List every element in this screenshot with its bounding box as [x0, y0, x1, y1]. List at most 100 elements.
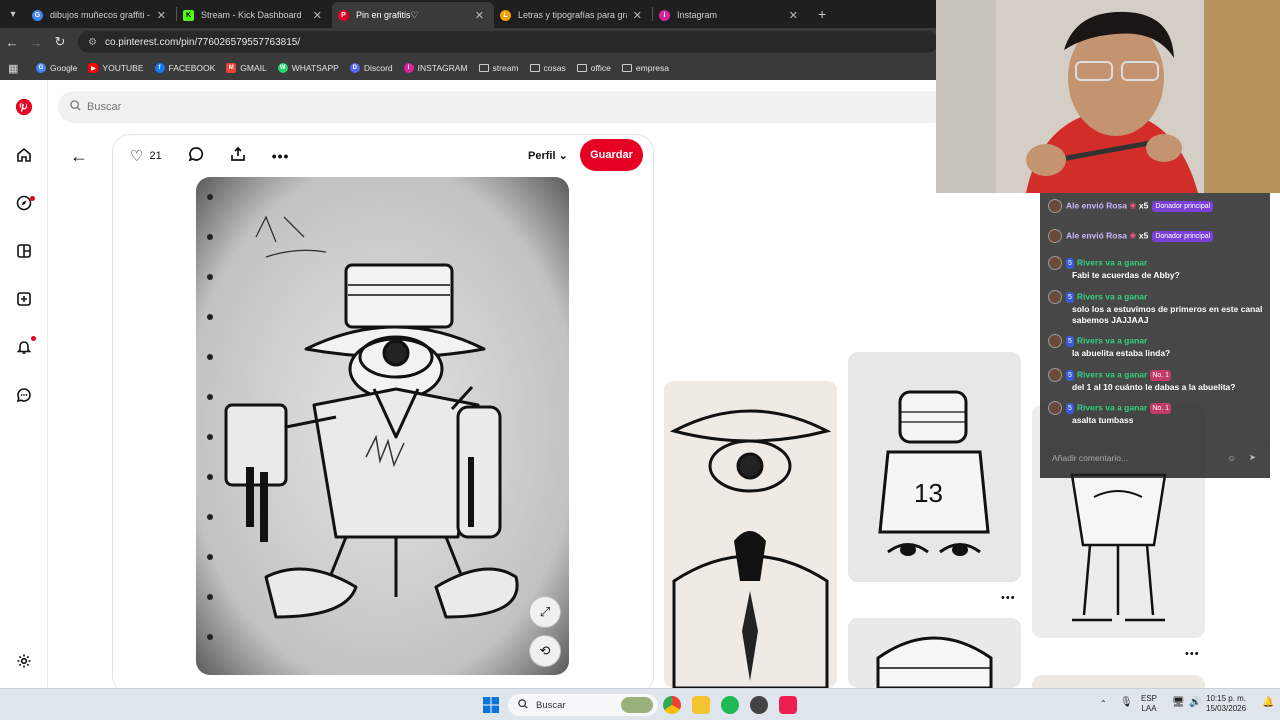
- bookmark-folder-office[interactable]: office: [576, 63, 611, 73]
- forward-icon[interactable]: →: [24, 35, 48, 50]
- donor-badge: Donador principal: [1152, 231, 1214, 243]
- share-icon[interactable]: [230, 146, 246, 165]
- pin-more-icon[interactable]: •••: [1001, 592, 1016, 604]
- folder-icon: [529, 64, 540, 72]
- obs-icon[interactable]: [750, 696, 768, 714]
- tab-title: Instagram: [677, 10, 718, 20]
- chat-gift-message: Ale envió Rosa ❀ x5 Donador principal: [1048, 229, 1214, 243]
- close-tab-icon[interactable]: ✕: [157, 9, 166, 22]
- apps-grid-icon[interactable]: ▦: [8, 62, 26, 75]
- search-highlight-icon: [621, 697, 653, 713]
- pin-image[interactable]: [196, 177, 569, 675]
- tab-letras-graffiti[interactable]: L Letras y tipografías para graffiti ✕: [494, 2, 652, 28]
- chrome-icon[interactable]: [663, 696, 681, 714]
- chat-username: Ale: [1066, 230, 1080, 241]
- expand-icon[interactable]: ⤢: [529, 596, 561, 628]
- tab-google-search[interactable]: G dibujos muñecos graffiti - Busca ✕: [26, 2, 176, 28]
- close-tab-icon[interactable]: ✕: [313, 9, 322, 22]
- tab-instagram[interactable]: I Instagram ✕: [653, 2, 808, 28]
- like-count: 21: [149, 149, 162, 162]
- site-info-icon[interactable]: ⚙: [88, 37, 97, 48]
- close-tab-icon[interactable]: ✕: [475, 9, 484, 22]
- rank-badge: No. 1: [1150, 370, 1172, 382]
- webcam-overlay: [936, 0, 1280, 193]
- stream-chat-overlay: Ale envió Rosa ❀ x5 Donador principal Ale…: [1040, 193, 1270, 478]
- chat-text: del 1 al 10 cuánto le dabas a la abuelit…: [1072, 382, 1236, 392]
- messages-icon[interactable]: [14, 385, 34, 405]
- create-icon[interactable]: [14, 289, 34, 309]
- boards-icon[interactable]: [14, 241, 34, 261]
- language-indicator[interactable]: ESP LAA: [1141, 694, 1157, 714]
- back-arrow-icon[interactable]: ←: [70, 146, 88, 167]
- site-icon: L: [500, 9, 511, 21]
- spotify-icon[interactable]: [721, 696, 739, 714]
- bookmark-label: FACEBOOK: [168, 63, 216, 73]
- related-pin-image[interactable]: [664, 381, 837, 688]
- emoji-icon[interactable]: ☺: [1227, 453, 1236, 463]
- heart-icon[interactable]: ♡: [130, 147, 143, 165]
- clock[interactable]: 10:15 p. m. 15/03/2026: [1206, 694, 1246, 714]
- avatar: [1048, 256, 1062, 270]
- bookmark-discord[interactable]: D Discord: [349, 63, 393, 73]
- tab-pinterest-pin[interactable]: P Pin en grafitis♡ ✕: [332, 2, 494, 28]
- discord-icon: D: [349, 63, 360, 73]
- bookmark-facebook[interactable]: f FACEBOOK: [154, 63, 216, 73]
- bookmark-instagram[interactable]: I INSTAGRAM: [403, 63, 468, 73]
- related-pin-image[interactable]: 13: [848, 352, 1021, 582]
- visual-search-icon[interactable]: ⟲: [529, 635, 561, 667]
- bookmark-folder-empresa[interactable]: empresa: [621, 63, 669, 73]
- chat-username: Rivers va a ganar: [1076, 402, 1148, 413]
- level-badge: 5: [1066, 336, 1074, 348]
- bookmark-folder-stream[interactable]: stream: [478, 63, 519, 73]
- notifications-icon[interactable]: 🔔: [1262, 698, 1274, 708]
- tab-search-icon[interactable]: ▾: [0, 0, 26, 28]
- bookmark-folder-cosas[interactable]: cosas: [529, 63, 566, 73]
- url-bar[interactable]: ⚙ co.pinterest.com/pin/77602657955776381…: [78, 31, 938, 53]
- taskbar-search[interactable]: Buscar: [508, 694, 658, 716]
- search-input[interactable]: [87, 101, 887, 113]
- chat-gift-message: Ale envió Rosa ❀ x5 Donador principal: [1048, 199, 1214, 213]
- bookmark-label: Google: [50, 63, 78, 73]
- pin-more-icon[interactable]: •••: [1185, 648, 1200, 660]
- bookmark-google[interactable]: G Google: [36, 63, 77, 73]
- close-tab-icon[interactable]: ✕: [633, 9, 642, 22]
- microphone-icon[interactable]: 🎙: [1120, 698, 1133, 708]
- bookmark-label: office: [590, 63, 611, 73]
- whatsapp-icon: W: [277, 63, 288, 73]
- network-icon[interactable]: 🖥: [1172, 698, 1185, 708]
- windows-start-icon[interactable]: [483, 697, 499, 713]
- level-badge: 5: [1066, 403, 1074, 415]
- tab-title: Stream - Kick Dashboard: [201, 10, 302, 20]
- tab-title: dibujos muñecos graffiti - Busca: [50, 10, 151, 20]
- home-icon[interactable]: [14, 145, 34, 165]
- bookmark-gmail[interactable]: M GMAIL: [226, 63, 267, 73]
- bookmark-youtube[interactable]: ▶ YOUTUBE: [88, 63, 144, 73]
- save-button[interactable]: Guardar: [580, 139, 643, 171]
- tab-title: Letras y tipografías para graffiti: [518, 10, 627, 20]
- chat-comment-input[interactable]: Añadir comentario... ☺ ➤: [1040, 444, 1270, 470]
- profile-dropdown[interactable]: Perfil ⌄: [528, 149, 568, 162]
- new-tab-icon[interactable]: +: [818, 6, 826, 22]
- avatar: [1048, 199, 1062, 213]
- chat-message: 5 Rivers va a ganar No. 1 del 1 al 10 cuán…: [1048, 368, 1235, 393]
- reload-icon[interactable]: ↻: [48, 34, 72, 50]
- tab-kick-dashboard[interactable]: K Stream - Kick Dashboard ✕: [177, 2, 332, 28]
- back-icon[interactable]: ←: [0, 35, 24, 50]
- avatar: [1048, 401, 1062, 415]
- tray-chevron-icon[interactable]: ⌃: [1100, 699, 1107, 709]
- related-pin-image[interactable]: [848, 618, 1021, 688]
- more-options-icon[interactable]: •••: [272, 148, 290, 164]
- comment-icon[interactable]: [188, 146, 204, 165]
- volume-icon[interactable]: 🔊: [1189, 698, 1201, 708]
- send-icon[interactable]: ➤: [1249, 452, 1256, 463]
- keyboard-layout: LAA: [1141, 704, 1157, 713]
- settings-gear-icon[interactable]: [14, 651, 34, 671]
- bookmark-label: YOUTUBE: [102, 63, 144, 73]
- related-pin-image[interactable]: [1032, 675, 1205, 688]
- tiktok-icon[interactable]: [779, 696, 797, 714]
- file-explorer-icon[interactable]: [692, 696, 710, 714]
- close-tab-icon[interactable]: ✕: [789, 9, 798, 22]
- rank-badge: No. 1: [1150, 403, 1172, 415]
- bookmark-whatsapp[interactable]: W WHATSAPP: [277, 63, 339, 73]
- pinterest-logo-icon[interactable]: [14, 97, 34, 117]
